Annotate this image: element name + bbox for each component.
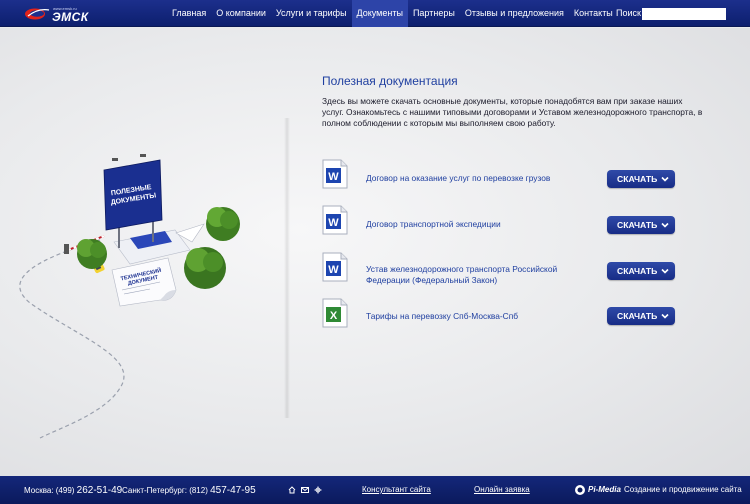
logo-text: ЭМСК (52, 10, 89, 24)
phone-moscow: Москва: (499) 262-51-49 (24, 485, 122, 496)
content-divider (284, 118, 290, 418)
document-link-tariffs[interactable]: Тарифы на перевозку Спб-Москва-Спб (366, 311, 602, 322)
nav-item-contacts[interactable]: Контакты (569, 0, 618, 27)
svg-text:W: W (328, 217, 339, 229)
chevron-down-icon (661, 222, 669, 228)
word-file-icon[interactable]: W (322, 159, 348, 189)
download-label: СКАЧАТЬ (617, 220, 658, 230)
download-button-tariffs[interactable]: СКАЧАТЬ (607, 307, 675, 325)
mail-icon[interactable] (301, 486, 309, 494)
intro-text: Здесь вы можете скачать основные докумен… (322, 96, 703, 128)
excel-file-icon[interactable]: X (322, 298, 348, 328)
bush-right-top-icon (206, 207, 240, 241)
word-file-icon[interactable]: W (322, 252, 348, 282)
download-label: СКАЧАТЬ (617, 311, 658, 321)
main-content: ПОЛЕЗНЫЕ ДОКУМЕНТЫ ТЕХНИЧЕСКИЙ ДОКУМЕНТ … (0, 28, 750, 476)
document-link-cargo-contract[interactable]: Договор на оказание услуг по перевозке г… (366, 173, 602, 184)
site-logo[interactable]: www.emsk.ru ЭМСК (24, 6, 114, 24)
download-label: СКАЧАТЬ (617, 174, 658, 184)
nav-item-documents[interactable]: Документы (351, 0, 408, 27)
document-link-railway-charter[interactable]: Устав железнодорожного транспорта Россий… (366, 264, 602, 285)
consultant-link[interactable]: Консультант сайта (362, 485, 431, 494)
footer-bar: Москва: (499) 262-51-49 Санкт-Петербург:… (0, 476, 750, 504)
home-icon[interactable] (288, 486, 296, 494)
nav-item-partners[interactable]: Партнеры (408, 0, 460, 27)
download-button-cargo-contract[interactable]: СКАЧАТЬ (607, 170, 675, 188)
chevron-down-icon (661, 176, 669, 182)
chevron-down-icon (661, 268, 669, 274)
pi-media-logo-icon (575, 485, 585, 495)
nav-item-about[interactable]: О компании (211, 0, 271, 27)
search-label: Поиск (616, 8, 641, 18)
pi-media-logo-text[interactable]: Pi-Media (588, 485, 621, 494)
sitemap-icon[interactable] (314, 486, 322, 494)
nav-item-services[interactable]: Услуги и тарифы (271, 0, 352, 27)
bush-left-icon (77, 239, 107, 269)
download-button-railway-charter[interactable]: СКАЧАТЬ (607, 262, 675, 280)
search-input[interactable] (642, 8, 726, 20)
phone-spb: Санкт-Петербург: (812) 457-47-95 (122, 485, 256, 496)
developer-credit[interactable]: Создание и продвижение сайта (624, 485, 742, 494)
download-label: СКАЧАТЬ (617, 266, 658, 276)
nav-item-home[interactable]: Главная (167, 0, 211, 27)
svg-text:W: W (328, 171, 339, 183)
svg-text:W: W (328, 264, 339, 276)
nav-item-reviews[interactable]: Отзывы и предложения (460, 0, 569, 27)
online-order-link[interactable]: Онлайн заявка (474, 485, 530, 494)
svg-text:X: X (330, 310, 338, 322)
document-link-forwarding-contract[interactable]: Договор транспортной экспедиции (366, 219, 602, 230)
word-file-icon[interactable]: W (322, 205, 348, 235)
page-title: Полезная документация (322, 74, 458, 88)
phone-spb-number: 457-47-95 (210, 485, 256, 496)
phone-moscow-label: Москва: (499) (24, 486, 77, 495)
main-nav: Главная О компании Услуги и тарифы Докум… (167, 0, 618, 27)
download-button-forwarding-contract[interactable]: СКАЧАТЬ (607, 216, 675, 234)
logo-swoosh-icon (25, 8, 50, 20)
bush-right-bottom-icon (184, 247, 226, 289)
header-bar: www.emsk.ru ЭМСК Главная О компании Услу… (0, 0, 750, 27)
phone-spb-label: Санкт-Петербург: (812) (122, 486, 211, 495)
documents-illustration: ПОЛЕЗНЫЕ ДОКУМЕНТЫ ТЕХНИЧЕСКИЙ ДОКУМЕНТ (19, 154, 240, 439)
chevron-down-icon (661, 313, 669, 319)
phone-moscow-number: 262-51-49 (76, 485, 123, 496)
